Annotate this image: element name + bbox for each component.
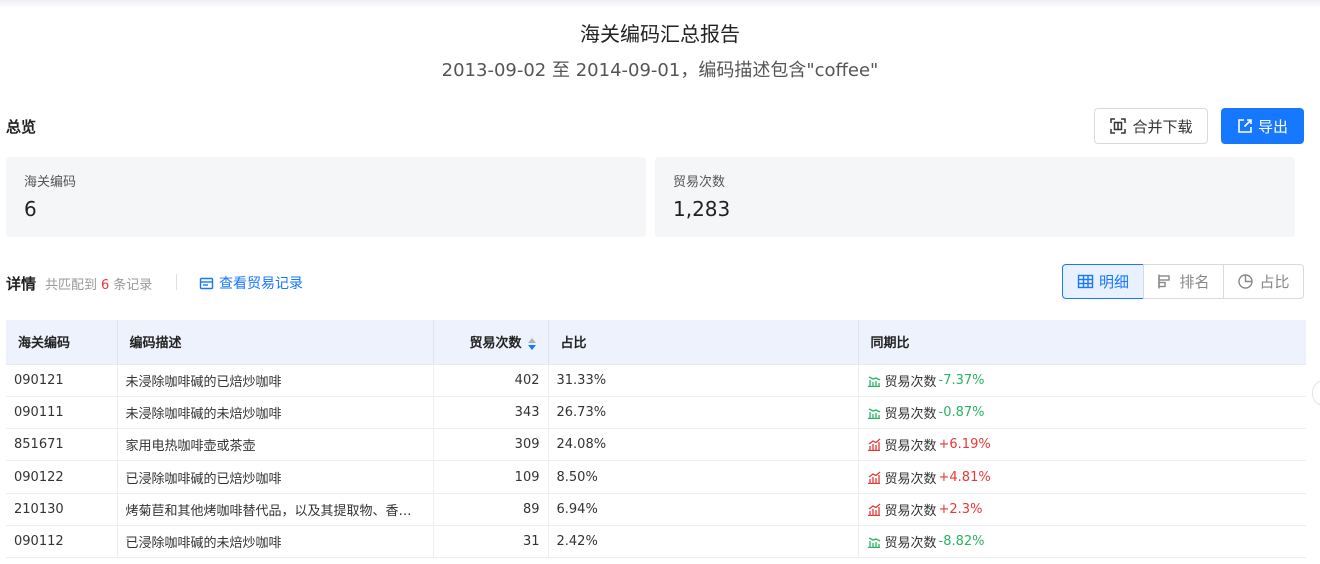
hs-code-table: 海关编码 编码描述 贸易次数 占比 同期比 090121 未浸除咖啡碱的已焙炒咖啡… xyxy=(6,320,1306,559)
trend-up-chart-icon xyxy=(867,438,881,452)
stat-value: 1,283 xyxy=(673,197,731,221)
cell-count: 309 xyxy=(433,428,549,462)
export-button[interactable]: 导出 xyxy=(1221,108,1304,144)
table-row[interactable]: 851671 家用电热咖啡壶或茶壶 309 24.08% 贸易次数 +6.19% xyxy=(6,428,1306,462)
yoy-change: +6.19% xyxy=(938,437,991,453)
overview-heading: 总览 xyxy=(6,118,37,136)
yoy-change: -0.87% xyxy=(938,404,985,420)
yoy-change: -7.37% xyxy=(938,372,985,388)
divider xyxy=(176,274,177,290)
cell-share: 26.73% xyxy=(548,396,859,430)
tab-detail[interactable]: 明细 xyxy=(1062,264,1144,299)
merge-download-button[interactable]: 合并下载 xyxy=(1094,108,1208,144)
view-trade-records-link[interactable]: 查看贸易记录 xyxy=(199,273,303,293)
external-link-icon xyxy=(1237,118,1253,134)
trend-down-chart-icon xyxy=(867,374,881,387)
cell-yoy: 贸易次数 -7.37% xyxy=(858,364,1306,397)
cell-desc: 未浸除咖啡碱的未焙炒咖啡 xyxy=(117,396,434,430)
tab-share[interactable]: 占比 xyxy=(1223,264,1304,299)
yoy-label: 贸易次数 xyxy=(884,439,937,455)
yoy-label: 贸易次数 xyxy=(884,374,937,390)
table-row[interactable]: 090111 未浸除咖啡碱的未焙炒咖啡 343 26.73% 贸易次数 -0.87% xyxy=(6,396,1306,430)
cell-code: 851671 xyxy=(6,428,118,462)
trend-up-chart-icon xyxy=(867,503,881,516)
yoy-label: 贸易次数 xyxy=(884,536,937,552)
yoy-label: 贸易次数 xyxy=(884,406,937,422)
column-header-desc: 编码描述 xyxy=(117,320,434,365)
cell-share: 2.42% xyxy=(548,525,859,559)
cell-share: 6.94% xyxy=(548,493,859,526)
view-mode-switch: 明细 排名 占比 xyxy=(1062,264,1304,299)
cell-count: 89 xyxy=(433,493,549,526)
cell-count: 109 xyxy=(433,460,549,494)
cell-code: 210130 xyxy=(6,493,118,526)
merge-download-label: 合并下载 xyxy=(1132,117,1193,136)
stat-value: 6 xyxy=(24,197,37,221)
stat-card-trade-count: 贸易次数 1,283 xyxy=(655,157,1295,237)
report-title: 海关编码汇总报告 xyxy=(580,22,740,46)
yoy-change: +4.81% xyxy=(938,469,991,485)
sort-icon[interactable] xyxy=(527,337,536,350)
cell-yoy: 贸易次数 +6.19% xyxy=(858,428,1306,462)
cell-desc: 未浸除咖啡碱的已焙炒咖啡 xyxy=(117,364,434,397)
cell-yoy: 贸易次数 +2.3% xyxy=(858,493,1306,526)
cell-code: 090111 xyxy=(6,396,118,430)
report-subtitle: 2013-09-02 至 2014-09-01，编码描述包含"coffee" xyxy=(441,60,879,81)
yoy-label: 贸易次数 xyxy=(884,471,937,487)
merge-icon xyxy=(1109,117,1127,135)
cell-desc: 烤菊苣和其他烤咖啡替代品，以及其提取物、香… xyxy=(117,493,434,526)
cell-share: 8.50% xyxy=(548,460,859,494)
detail-heading: 详情 xyxy=(6,275,37,293)
column-header-share: 占比 xyxy=(548,320,859,365)
cell-desc: 已浸除咖啡碱的未焙炒咖啡 xyxy=(117,525,434,559)
match-count: 6 xyxy=(101,278,110,293)
match-summary: 共匹配到 6 条记录 xyxy=(45,274,152,293)
cell-desc: 已浸除咖啡碱的已焙炒咖啡 xyxy=(117,460,434,494)
cell-count: 402 xyxy=(433,364,549,397)
trend-down-chart-icon xyxy=(867,406,881,419)
trend-down-chart-icon xyxy=(867,535,881,549)
table-header-row: 海关编码 编码描述 贸易次数 占比 同期比 xyxy=(6,320,1306,365)
pie-icon xyxy=(1237,273,1254,290)
table-icon xyxy=(1077,273,1094,290)
tab-label: 明细 xyxy=(1098,273,1129,291)
column-header-code: 海关编码 xyxy=(6,320,118,365)
yoy-change: -8.82% xyxy=(938,534,985,550)
column-header-count-label: 贸易次数 xyxy=(469,336,522,352)
yoy-change: +2.3% xyxy=(938,501,983,517)
stat-card-hs-codes: 海关编码 6 xyxy=(6,157,646,237)
table-row[interactable]: 090112 已浸除咖啡碱的未焙炒咖啡 31 2.42% 贸易次数 -8.82% xyxy=(6,525,1306,559)
cell-count: 31 xyxy=(433,525,549,559)
view-records-label: 查看贸易记录 xyxy=(219,276,303,292)
tab-label: 排名 xyxy=(1179,273,1210,291)
cell-count: 343 xyxy=(433,396,549,430)
cell-yoy: 贸易次数 -8.82% xyxy=(858,525,1306,559)
table-row[interactable]: 090121 未浸除咖啡碱的已焙炒咖啡 402 31.33% 贸易次数 -7.37% xyxy=(6,364,1306,397)
cell-share: 24.08% xyxy=(548,428,859,462)
scroll-handle[interactable] xyxy=(1312,380,1320,406)
tab-label: 占比 xyxy=(1259,273,1290,291)
records-icon xyxy=(199,276,214,291)
table-row[interactable]: 090122 已浸除咖啡碱的已焙炒咖啡 109 8.50% 贸易次数 +4.81% xyxy=(6,460,1306,494)
ranking-icon xyxy=(1157,273,1174,290)
cell-yoy: 贸易次数 +4.81% xyxy=(858,460,1306,494)
stat-label: 贸易次数 xyxy=(673,175,726,190)
cell-code: 090112 xyxy=(6,525,118,559)
trend-up-chart-icon xyxy=(867,471,881,484)
column-header-count[interactable]: 贸易次数 xyxy=(433,320,549,365)
cell-code: 090121 xyxy=(6,364,118,397)
stat-label: 海关编码 xyxy=(24,175,77,190)
yoy-label: 贸易次数 xyxy=(884,503,937,519)
match-suffix: 条记录 xyxy=(113,278,153,293)
column-header-yoy: 同期比 xyxy=(858,320,1306,365)
match-prefix: 共匹配到 xyxy=(45,278,98,293)
cell-code: 090122 xyxy=(6,460,118,494)
cell-yoy: 贸易次数 -0.87% xyxy=(858,396,1306,430)
table-row[interactable]: 210130 烤菊苣和其他烤咖啡替代品，以及其提取物、香… 89 6.94% 贸易次数 +… xyxy=(6,493,1306,526)
cell-desc: 家用电热咖啡壶或茶壶 xyxy=(117,428,434,462)
export-label: 导出 xyxy=(1257,117,1288,136)
tab-ranking[interactable]: 排名 xyxy=(1143,264,1224,299)
top-shadow xyxy=(0,0,1320,8)
cell-share: 31.33% xyxy=(548,364,859,397)
